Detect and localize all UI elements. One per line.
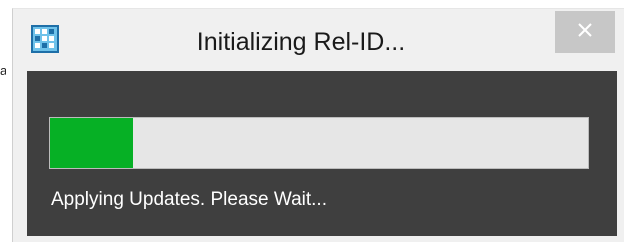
close-button[interactable] (555, 11, 615, 53)
progress-bar (49, 117, 589, 169)
background-text-fragment: a (0, 64, 6, 78)
progress-panel: Applying Updates. Please Wait... (27, 71, 617, 236)
progress-bar-fill (50, 118, 134, 168)
status-message: Applying Updates. Please Wait... (51, 189, 327, 210)
initializing-dialog: Initializing Rel-ID... Applying Updates.… (12, 8, 624, 242)
window-title: Initializing Rel-ID... (196, 28, 406, 56)
title-bar[interactable]: Initializing Rel-ID... (13, 9, 624, 71)
close-icon (578, 22, 592, 42)
app-grid-icon (31, 25, 59, 53)
